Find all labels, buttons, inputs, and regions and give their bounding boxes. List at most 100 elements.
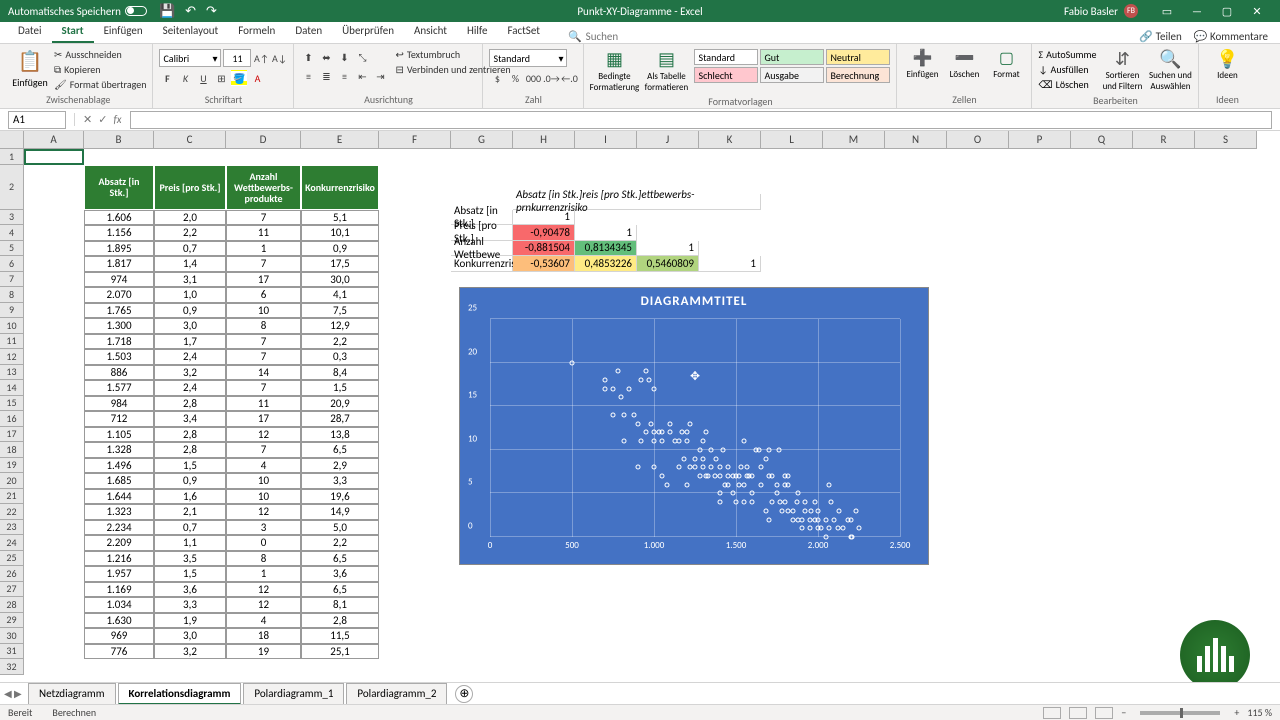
cell-D31[interactable]: 19 bbox=[226, 644, 301, 660]
chart-title[interactable]: DIAGRAMMTITEL bbox=[460, 288, 928, 315]
wrap-text-button[interactable]: ↩ Textumbruch bbox=[392, 48, 476, 61]
col-header-M[interactable]: M bbox=[823, 131, 885, 148]
cell-C26[interactable]: 1,5 bbox=[154, 566, 226, 582]
col-header-F[interactable]: F bbox=[379, 131, 451, 148]
cell-E19[interactable]: 2,9 bbox=[301, 458, 379, 474]
cell-C8[interactable]: 1,0 bbox=[154, 287, 226, 303]
increase-font-icon[interactable]: A↑ bbox=[253, 50, 269, 66]
cell-C28[interactable]: 3,3 bbox=[154, 597, 226, 613]
cell-D2[interactable]: Anzahl Wettbewerbs-produkte bbox=[226, 165, 301, 210]
cell-E24[interactable]: 2,2 bbox=[301, 535, 379, 551]
cell-E6[interactable]: 17,5 bbox=[301, 256, 379, 272]
currency-icon[interactable]: $ bbox=[489, 70, 505, 86]
col-header-P[interactable]: P bbox=[1009, 131, 1071, 148]
ribbon-options-icon[interactable]: ▭ bbox=[1152, 5, 1182, 18]
cell-C24[interactable]: 1,1 bbox=[154, 535, 226, 551]
cell-E23[interactable]: 5,0 bbox=[301, 520, 379, 536]
cell-B24[interactable]: 2.209 bbox=[84, 535, 154, 551]
cell-D11[interactable]: 7 bbox=[226, 334, 301, 350]
delete-cells-button[interactable]: ➖Löschen bbox=[945, 46, 983, 80]
row-header-31[interactable]: 31 bbox=[0, 644, 23, 660]
zoom-slider[interactable] bbox=[1140, 711, 1220, 715]
share-button[interactable]: 🔗 Teilen bbox=[1139, 30, 1181, 43]
cell-B19[interactable]: 1.496 bbox=[84, 458, 154, 474]
percent-icon[interactable]: % bbox=[507, 70, 523, 86]
row-header-32[interactable]: 32 bbox=[0, 659, 23, 675]
cell-B7[interactable]: 974 bbox=[84, 272, 154, 288]
cell-C30[interactable]: 3,0 bbox=[154, 628, 226, 644]
toggle-icon[interactable] bbox=[125, 6, 147, 16]
cell-styles-gallery[interactable]: StandardGutNeutralSchlechtAusgabeBerechn… bbox=[694, 46, 890, 83]
row-header-8[interactable]: 8 bbox=[0, 287, 23, 303]
ribbon-tab-formeln[interactable]: Formeln bbox=[228, 20, 285, 43]
cell-I5[interactable]: 0,8134345 bbox=[575, 241, 637, 257]
chart-plot-area[interactable]: 051015202505001.0001.5002.0002.500✥ bbox=[490, 319, 900, 537]
zoom-in-icon[interactable]: + bbox=[1234, 706, 1239, 719]
align-middle-icon[interactable]: ⬌ bbox=[318, 49, 334, 65]
row-header-13[interactable]: 13 bbox=[0, 365, 23, 381]
cell-E21[interactable]: 19,6 bbox=[301, 489, 379, 505]
cell-I6[interactable]: 0,4853226 bbox=[575, 256, 637, 272]
cell-D28[interactable]: 12 bbox=[226, 597, 301, 613]
row-header-6[interactable]: 6 bbox=[0, 256, 23, 272]
cell-C6[interactable]: 1,4 bbox=[154, 256, 226, 272]
fill-button[interactable]: ↓ Ausfüllen bbox=[1038, 63, 1096, 76]
col-header-C[interactable]: C bbox=[154, 131, 226, 148]
orientation-icon[interactable]: ⤡ bbox=[354, 49, 370, 65]
find-select-button[interactable]: 🔍Suchen und Auswählen bbox=[1148, 46, 1192, 92]
cell-H4[interactable]: -0,90478 bbox=[513, 225, 575, 241]
row-header-12[interactable]: 12 bbox=[0, 349, 23, 365]
cell-G5[interactable]: Anzahl Wettbewe bbox=[451, 241, 513, 257]
cell-C11[interactable]: 1,7 bbox=[154, 334, 226, 350]
cell-B29[interactable]: 1.630 bbox=[84, 613, 154, 629]
insert-cells-button[interactable]: ➕Einfügen bbox=[903, 46, 941, 80]
cell-E26[interactable]: 3,6 bbox=[301, 566, 379, 582]
cell-E4[interactable]: 10,1 bbox=[301, 225, 379, 241]
col-header-H[interactable]: H bbox=[513, 131, 575, 148]
cell-style-berechnung[interactable]: Berechnung bbox=[826, 67, 890, 83]
cell-C5[interactable]: 0,7 bbox=[154, 241, 226, 257]
cell-C16[interactable]: 3,4 bbox=[154, 411, 226, 427]
cell-B3[interactable]: 1.606 bbox=[84, 210, 154, 226]
autosum-button[interactable]: Σ AutoSumme bbox=[1038, 48, 1096, 61]
formula-input[interactable] bbox=[130, 111, 1272, 129]
cell-D27[interactable]: 12 bbox=[226, 582, 301, 598]
align-top-icon[interactable]: ⬆ bbox=[300, 49, 316, 65]
col-header-K[interactable]: K bbox=[699, 131, 761, 148]
cell-E2[interactable]: Konkurrenzrisiko bbox=[301, 165, 379, 210]
cell-E15[interactable]: 20,9 bbox=[301, 396, 379, 412]
worksheet-area[interactable]: ABCDEFGHIJKLMNOPQRS 12345678910111213141… bbox=[0, 131, 1280, 681]
cell-C2[interactable]: Preis [pro Stk.] bbox=[154, 165, 226, 210]
cell-C15[interactable]: 2,8 bbox=[154, 396, 226, 412]
cell-E22[interactable]: 14,9 bbox=[301, 504, 379, 520]
comments-button[interactable]: 💬 Kommentare bbox=[1194, 30, 1268, 43]
cell-style-ausgabe[interactable]: Ausgabe bbox=[760, 67, 824, 83]
cell-D23[interactable]: 3 bbox=[226, 520, 301, 536]
row-header-19[interactable]: 19 bbox=[0, 458, 23, 474]
select-all-corner[interactable] bbox=[0, 131, 24, 149]
cell-E25[interactable]: 6,5 bbox=[301, 551, 379, 567]
cell-E14[interactable]: 1,5 bbox=[301, 380, 379, 396]
cell-B15[interactable]: 984 bbox=[84, 396, 154, 412]
cell-D17[interactable]: 12 bbox=[226, 427, 301, 443]
font-size-select[interactable]: 11 bbox=[223, 49, 251, 67]
cell-E16[interactable]: 28,7 bbox=[301, 411, 379, 427]
redo-icon[interactable]: ↷ bbox=[206, 4, 217, 19]
row-header-26[interactable]: 26 bbox=[0, 566, 23, 582]
cell-B12[interactable]: 1.503 bbox=[84, 349, 154, 365]
cell-C29[interactable]: 1,9 bbox=[154, 613, 226, 629]
cell-E13[interactable]: 8,4 bbox=[301, 365, 379, 381]
align-bottom-icon[interactable]: ⬇ bbox=[336, 49, 352, 65]
col-header-J[interactable]: J bbox=[637, 131, 699, 148]
col-header-I[interactable]: I bbox=[575, 131, 637, 148]
cell-C7[interactable]: 3,1 bbox=[154, 272, 226, 288]
cell-C27[interactable]: 3,6 bbox=[154, 582, 226, 598]
row-header-18[interactable]: 18 bbox=[0, 442, 23, 458]
cell-E12[interactable]: 0,3 bbox=[301, 349, 379, 365]
cell-D22[interactable]: 12 bbox=[226, 504, 301, 520]
italic-button[interactable]: K bbox=[177, 70, 193, 86]
clear-button[interactable]: ⌫ Löschen bbox=[1038, 78, 1096, 91]
row-header-15[interactable]: 15 bbox=[0, 396, 23, 412]
col-header-O[interactable]: O bbox=[947, 131, 1009, 148]
row-header-27[interactable]: 27 bbox=[0, 582, 23, 598]
